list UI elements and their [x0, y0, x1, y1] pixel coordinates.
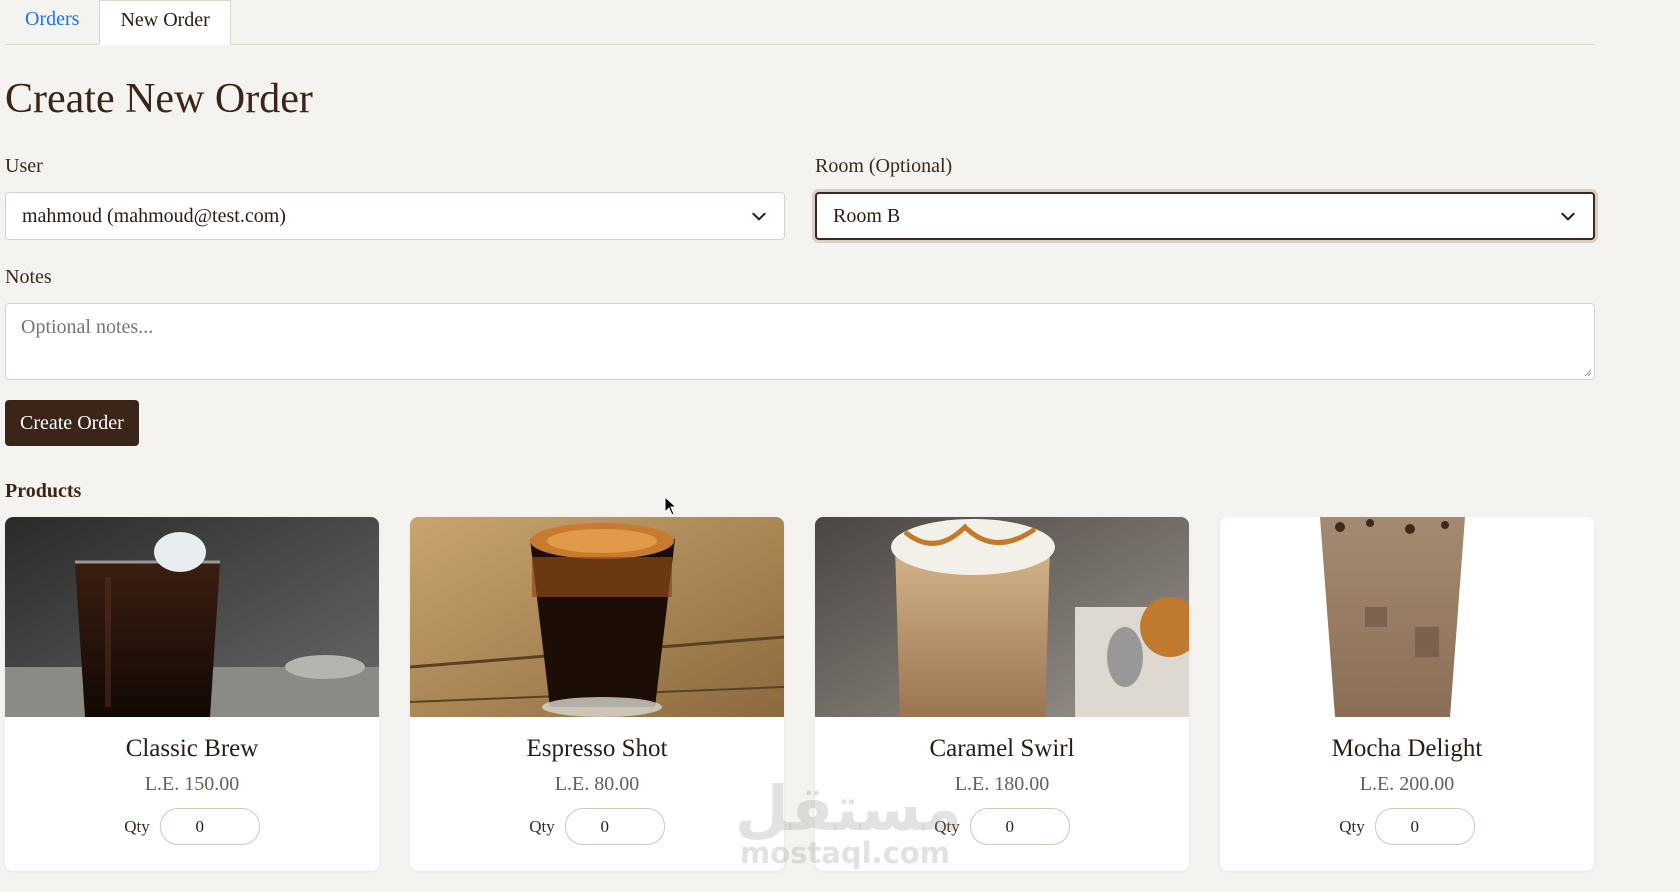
user-field: User mahmoud (mahmoud@test.com) — [5, 155, 785, 240]
qty-label: Qty — [124, 816, 150, 836]
notes-label: Notes — [5, 266, 52, 288]
product-card: Mocha Delight L.E. 200.00 Qty 0 — [1220, 517, 1594, 871]
create-order-button[interactable]: Create Order — [5, 400, 139, 446]
mouse-cursor-icon — [664, 496, 678, 516]
qty-row: Qty 0 — [815, 808, 1189, 845]
product-grid: Classic Brew L.E. 150.00 Qty 0 Espresso … — [5, 517, 1595, 871]
user-select-value: mahmoud (mahmoud@test.com) — [22, 204, 286, 227]
qty-label: Qty — [934, 816, 960, 836]
chevron-down-icon — [1561, 212, 1575, 221]
product-price: L.E. 150.00 — [144, 773, 240, 795]
qty-input[interactable]: 0 — [969, 808, 1070, 845]
qty-input[interactable]: 0 — [1374, 808, 1475, 845]
tab-new-order[interactable]: New Order — [99, 0, 231, 45]
qty-row: Qty 0 — [410, 808, 784, 845]
room-label: Room (Optional) — [815, 155, 953, 177]
qty-row: Qty 0 — [1220, 808, 1594, 845]
product-price: L.E. 80.00 — [554, 773, 640, 795]
qty-input[interactable]: 0 — [564, 808, 665, 845]
resize-handle-icon[interactable] — [1582, 367, 1592, 377]
tab-bar: Orders New Order — [5, 0, 1595, 45]
qty-label: Qty — [1339, 816, 1365, 836]
qty-label: Qty — [529, 816, 555, 836]
product-card: Caramel Swirl L.E. 180.00 Qty 0 — [815, 517, 1189, 871]
classic-brew-image — [5, 517, 379, 717]
product-card: Espresso Shot L.E. 80.00 Qty 0 — [410, 517, 784, 871]
products-heading: Products — [5, 480, 82, 502]
page: Orders New Order Create New Order User m… — [0, 0, 1680, 871]
qty-row: Qty 0 — [5, 808, 379, 845]
product-name: Caramel Swirl — [929, 735, 1075, 762]
page-title: Create New Order — [5, 76, 313, 122]
user-select[interactable]: mahmoud (mahmoud@test.com) — [5, 192, 785, 240]
espresso-shot-image — [410, 517, 784, 717]
room-select[interactable]: Room B — [815, 192, 1595, 240]
caramel-swirl-image — [815, 517, 1189, 717]
chevron-down-icon — [752, 212, 766, 221]
notes-placeholder: Optional notes... — [21, 316, 154, 338]
product-name: Mocha Delight — [1331, 735, 1483, 762]
product-name: Espresso Shot — [526, 735, 668, 762]
qty-input[interactable]: 0 — [159, 808, 260, 845]
user-room-row: User mahmoud (mahmoud@test.com) Room (Op… — [5, 155, 1595, 240]
product-name: Classic Brew — [125, 735, 259, 762]
tab-orders[interactable]: Orders — [5, 0, 99, 45]
room-select-value: Room B — [833, 204, 901, 227]
product-card: Classic Brew L.E. 150.00 Qty 0 — [5, 517, 379, 871]
room-field: Room (Optional) Room B — [815, 155, 1595, 240]
mocha-delight-image — [1220, 517, 1594, 717]
user-label: User — [5, 155, 43, 177]
notes-field: Notes Optional notes... — [5, 266, 1595, 380]
product-price: L.E. 180.00 — [954, 773, 1050, 795]
notes-textarea[interactable]: Optional notes... — [5, 303, 1595, 380]
product-price: L.E. 200.00 — [1359, 773, 1455, 795]
